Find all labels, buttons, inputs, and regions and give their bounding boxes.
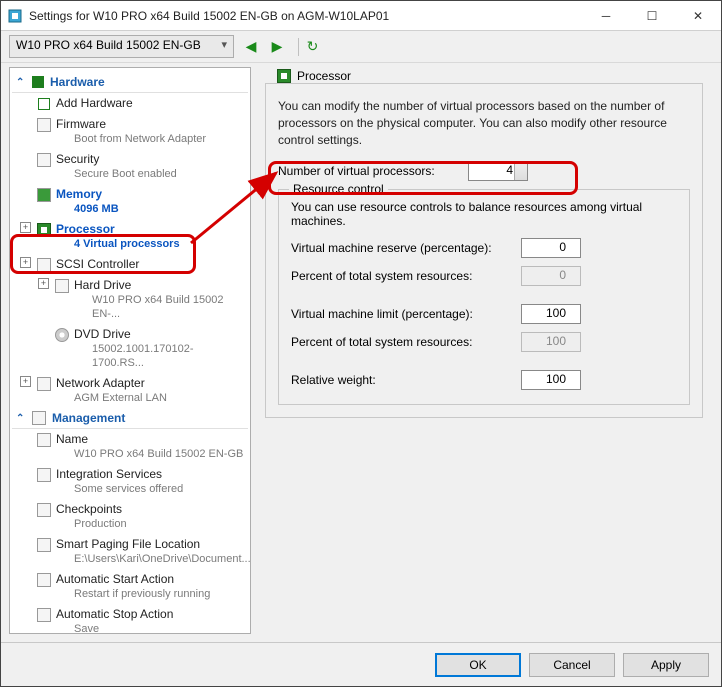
- smart-paging-icon: [36, 537, 52, 553]
- processor-icon: [36, 222, 52, 238]
- section-hardware[interactable]: ⌃Hardware: [12, 72, 248, 93]
- section-management-label: Management: [52, 411, 125, 425]
- vm-selector[interactable]: W10 PRO x64 Build 15002 EN-GB: [9, 35, 234, 58]
- hardware-icon: [32, 76, 44, 88]
- panel-title-text: Processor: [297, 69, 351, 83]
- vm-selector-value: W10 PRO x64 Build 15002 EN-GB: [16, 38, 201, 52]
- nav-back-icon[interactable]: ◀: [242, 38, 260, 56]
- titlebar: Settings for W10 PRO x64 Build 15002 EN-…: [1, 1, 721, 31]
- firmware-icon: [36, 117, 52, 133]
- detail-panel: Processor You can modify the number of v…: [251, 67, 713, 634]
- memory-icon: [36, 187, 52, 203]
- resource-control-group: Resource control You can use resource co…: [278, 189, 690, 405]
- item-network-adapter[interactable]: Network AdapterAGM External LAN: [12, 373, 248, 408]
- pct-total2-value: 100: [521, 332, 581, 352]
- name-icon: [36, 432, 52, 448]
- panel-title: Processor: [273, 69, 355, 83]
- settings-tree: ⌃Hardware Add Hardware FirmwareBoot from…: [9, 67, 251, 634]
- item-smart-paging[interactable]: Smart Paging File LocationE:\Users\Kari\…: [12, 534, 248, 569]
- item-checkpoints[interactable]: CheckpointsProduction: [12, 499, 248, 534]
- scsi-icon: [36, 257, 52, 273]
- item-firmware[interactable]: FirmwareBoot from Network Adapter: [12, 114, 248, 149]
- dvd-drive-icon: [54, 327, 70, 343]
- resource-control-legend: Resource control: [289, 182, 388, 196]
- reserve-input[interactable]: 0: [521, 238, 581, 258]
- weight-label: Relative weight:: [291, 373, 521, 387]
- close-button[interactable]: ✕: [675, 1, 721, 31]
- item-security[interactable]: SecuritySecure Boot enabled: [12, 149, 248, 184]
- settings-icon: [7, 8, 23, 24]
- item-dvd-drive[interactable]: DVD Drive15002.1001.170102-1700.RS...: [12, 324, 248, 373]
- item-scsi[interactable]: SCSI Controller: [12, 254, 248, 275]
- resource-control-info: You can use resource controls to balance…: [291, 200, 677, 228]
- num-processors-label: Number of virtual processors:: [278, 164, 468, 178]
- reserve-label: Virtual machine reserve (percentage):: [291, 241, 521, 255]
- pct-total-value: 0: [521, 266, 581, 286]
- maximize-button[interactable]: ☐: [629, 1, 675, 31]
- section-hardware-label: Hardware: [50, 75, 105, 89]
- limit-input[interactable]: 100: [521, 304, 581, 324]
- weight-input[interactable]: 100: [521, 370, 581, 390]
- management-icon: [32, 411, 46, 425]
- panel-description: You can modify the number of virtual pro…: [278, 98, 690, 149]
- security-icon: [36, 152, 52, 168]
- item-auto-start[interactable]: Automatic Start ActionRestart if previou…: [12, 569, 248, 604]
- apply-button[interactable]: Apply: [623, 653, 709, 677]
- auto-stop-icon: [36, 607, 52, 623]
- item-auto-stop[interactable]: Automatic Stop ActionSave: [12, 604, 248, 634]
- toolbar: W10 PRO x64 Build 15002 EN-GB ◀ ▶ ↻: [1, 31, 721, 63]
- window-title: Settings for W10 PRO x64 Build 15002 EN-…: [29, 9, 583, 23]
- section-management[interactable]: ⌃Management: [12, 408, 248, 429]
- cancel-button[interactable]: Cancel: [529, 653, 615, 677]
- nav-forward-icon[interactable]: ▶: [268, 38, 286, 56]
- limit-label: Virtual machine limit (percentage):: [291, 307, 521, 321]
- item-processor[interactable]: Processor4 Virtual processors: [12, 219, 248, 254]
- add-hardware-icon: [36, 96, 52, 112]
- processor-icon: [277, 69, 291, 83]
- item-integration[interactable]: Integration ServicesSome services offere…: [12, 464, 248, 499]
- pct-total-label: Percent of total system resources:: [291, 269, 521, 283]
- ok-button[interactable]: OK: [435, 653, 521, 677]
- num-processors-input[interactable]: 4: [468, 161, 528, 181]
- item-name[interactable]: NameW10 PRO x64 Build 15002 EN-GB: [12, 429, 248, 464]
- pct-total2-label: Percent of total system resources:: [291, 335, 521, 349]
- row-num-processors: Number of virtual processors: 4: [278, 161, 690, 181]
- minimize-button[interactable]: ─: [583, 1, 629, 31]
- item-hard-drive[interactable]: Hard DriveW10 PRO x64 Build 15002 EN-...: [12, 275, 248, 324]
- hard-drive-icon: [54, 278, 70, 294]
- refresh-icon[interactable]: ↻: [298, 38, 316, 56]
- checkpoints-icon: [36, 502, 52, 518]
- network-icon: [36, 376, 52, 392]
- item-memory[interactable]: Memory4096 MB: [12, 184, 248, 219]
- integration-icon: [36, 467, 52, 483]
- item-add-hardware[interactable]: Add Hardware: [12, 93, 248, 114]
- auto-start-icon: [36, 572, 52, 588]
- dialog-footer: OK Cancel Apply: [1, 642, 721, 686]
